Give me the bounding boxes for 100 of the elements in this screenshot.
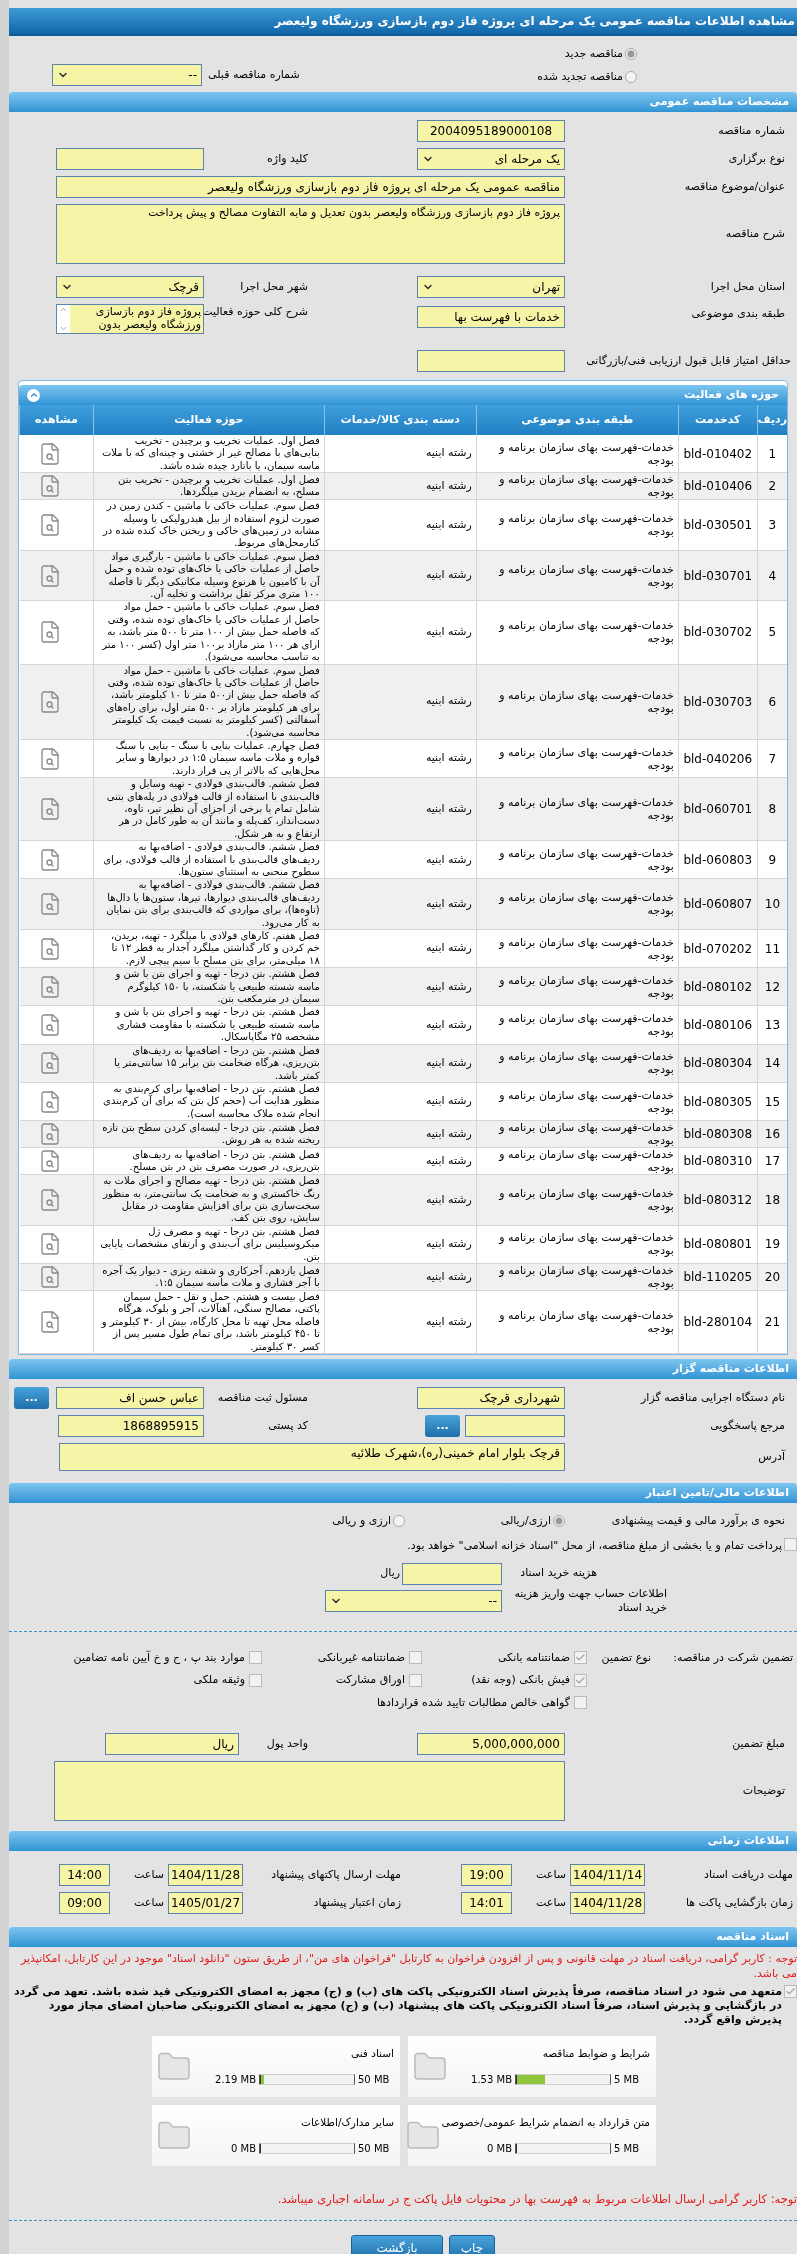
table-cell: خدمات-فهرست بهای سازمان برنامه و بودجه — [476, 1263, 679, 1291]
field-label: ضمانتنامه بانکی — [497, 1649, 570, 1666]
table-cell: bld-030703 — [678, 664, 758, 740]
registrar-field[interactable]: عباس حسن اف — [56, 1387, 204, 1409]
field-label: هزینه خرید اسناد — [519, 1565, 597, 1582]
radio-button[interactable] — [393, 1515, 405, 1528]
field-label: ضمانتنامه غیربانکی — [317, 1649, 405, 1666]
field-label: ریال — [380, 1565, 401, 1582]
checkbox[interactable] — [784, 1537, 797, 1551]
table-cell: 12 — [757, 967, 787, 1006]
guarantee-amount-field[interactable]: 5,000,000,000 — [417, 1733, 565, 1755]
table-cell: خدمات-فهرست بهای سازمان برنامه و بودجه — [476, 739, 679, 778]
checkbox[interactable] — [409, 1651, 422, 1665]
section-title: اطلاعات زمانی — [707, 1832, 789, 1849]
table-cell: خدمات-فهرست بهای سازمان برنامه و بودجه — [476, 472, 679, 500]
browse-button[interactable]: ... — [425, 1415, 460, 1437]
field-label: شهر محل اجرا — [239, 278, 309, 295]
table-cell: خدمات-فهرست بهای سازمان برنامه و بودجه — [476, 664, 679, 740]
field-label: مناقصه تجدید شده — [537, 68, 623, 85]
table-cell: 11 — [757, 929, 787, 968]
collapse-icon[interactable] — [27, 388, 40, 402]
file-size-label: 2.19 MB — [215, 2072, 256, 2087]
file-size-label: 0 MB — [230, 2141, 256, 2156]
organization-field[interactable]: شهرداری قرچک — [417, 1387, 565, 1409]
field-label: نوع تضمین — [600, 1649, 652, 1666]
table-cell: 20 — [757, 1263, 787, 1291]
date-field[interactable]: 1405/01/27 — [168, 1892, 243, 1914]
holding-type-select[interactable]: یک مرحله ای — [417, 148, 565, 170]
scope-listbox[interactable]: پروژه فاز دوم بازسازی ورزشگاه ولیعصر بدون — [56, 304, 204, 334]
field-label: زمان اعتبار پیشنهاد — [312, 1894, 402, 1911]
postal-code-field[interactable]: 1868895915 — [58, 1415, 204, 1437]
table-cell: خدمات-فهرست بهای سازمان برنامه و بودجه — [476, 1005, 679, 1045]
time-field[interactable]: 14:01 — [461, 1892, 512, 1914]
checkbox[interactable] — [574, 1696, 587, 1710]
table-cell: 2 — [757, 472, 787, 500]
time-field[interactable]: 14:00 — [59, 1864, 110, 1886]
category-field[interactable]: خدمات با فهرست بها — [417, 306, 565, 328]
checkbox[interactable] — [409, 1673, 422, 1687]
radio-button[interactable] — [625, 70, 637, 83]
city-select[interactable]: قرچک — [56, 276, 204, 298]
notes-textarea[interactable] — [54, 1761, 565, 1821]
account-select[interactable]: -- — [325, 1589, 502, 1612]
province-select[interactable]: تهران — [417, 276, 565, 298]
time-field[interactable]: 09:00 — [59, 1892, 110, 1914]
checkbox[interactable] — [249, 1651, 262, 1665]
scrollbar[interactable] — [57, 305, 70, 333]
table-cell: 16 — [757, 1120, 787, 1148]
table-cell: رشته ابنیه — [324, 929, 477, 968]
field-label: مسئول ثبت مناقصه — [216, 1389, 309, 1406]
checkbox[interactable] — [574, 1651, 587, 1665]
table-cell: خدمات-فهرست بهای سازمان برنامه و بودجه — [476, 929, 679, 968]
table-cell: فصل اول. عملیات تخریب و برچیدن - تخریب بتن مسلح، به انضمام بریدن میلگردها. — [93, 472, 325, 500]
table-cell: رشته ابنیه — [324, 739, 477, 778]
field-label: ساعت — [535, 1894, 567, 1911]
scroll-up-icon[interactable] — [59, 305, 68, 314]
document-cost-field[interactable] — [402, 1562, 502, 1585]
table-cell: 6 — [757, 664, 787, 740]
table-cell: 17 — [757, 1147, 787, 1175]
field-label: نوع برگزاری — [727, 150, 786, 167]
table-cell: bld-110205 — [678, 1263, 758, 1291]
field-label: موارد بند پ ، ح و خ آیین نامه تضامین — [73, 1649, 245, 1666]
table-cell: 9 — [757, 840, 787, 879]
responder-field[interactable] — [465, 1415, 565, 1437]
table-cell: فصل اول. عملیات تخریب و برچیدن - تخریب بنایی‌های با مصالح غیر از خشتی و چینه‌ای که با ملات ماسه سیمان، یا باتارد چیده شده باشد. — [93, 435, 325, 473]
date-field[interactable]: 1404/11/14 — [570, 1864, 645, 1886]
field-label: مناقصه جدید — [564, 46, 623, 62]
field-label: کد پستی — [267, 1417, 309, 1434]
radio-button[interactable] — [553, 1515, 565, 1528]
address-field[interactable]: قرچک بلوار امام خمینی(ره)،شهرک طلائیه — [59, 1443, 565, 1471]
keyword-field[interactable] — [56, 148, 204, 170]
description-textarea[interactable]: پروژه فاز دوم بازسازی ورزشگاه ولیعصر بدون تعدیل و مابه التفاوت مصالح و پیش پرداخت — [56, 204, 565, 264]
field-label: وثیقه ملکی — [193, 1672, 245, 1688]
field-label: زمان بازگشایی پاکت ها — [684, 1894, 794, 1911]
section-title: اطلاعات مناقصه گزار — [672, 1360, 789, 1377]
table-cell: bld-060807 — [678, 878, 758, 930]
time-field[interactable]: 19:00 — [461, 1864, 512, 1886]
file-size-label: 0 MB — [486, 2141, 512, 2156]
checkbox[interactable] — [249, 1673, 262, 1687]
table-cell: رشته ابنیه — [324, 1263, 477, 1291]
table-cell: فصل ششم. قالب‌بندی فولادی - اضافه‌بها به ردیف‌های قالب‌بندی دیوارها، تیرها، ستون‌ها یا دال‌ها (تاوه‌ها)، برای مواردی که قالب‌بندی برای بتن نمایان به کار می‌رود. — [93, 878, 325, 930]
field-label: ساعت — [535, 1866, 567, 1883]
radio-button[interactable] — [625, 48, 637, 61]
checkbox[interactable] — [574, 1673, 587, 1687]
browse-button[interactable]: ... — [14, 1387, 49, 1409]
min-score-field[interactable] — [417, 350, 565, 372]
checkbox[interactable] — [784, 1985, 797, 1998]
table-cell: رشته ابنیه — [324, 472, 477, 500]
date-field[interactable]: 1404/11/28 — [168, 1864, 243, 1886]
section-title: مشخصات مناقصه عمومی — [649, 93, 789, 110]
scroll-down-icon[interactable] — [59, 324, 68, 333]
date-field[interactable]: 1404/11/28 — [570, 1892, 645, 1914]
tender-number-field[interactable]: 2004095189000108 — [417, 120, 565, 142]
field-label: مبلغ تضمین — [731, 1735, 786, 1752]
field-label: ساعت — [133, 1866, 165, 1883]
currency-field[interactable]: ریال — [105, 1733, 239, 1755]
previous-tender-select[interactable]: -- — [52, 64, 202, 86]
subject-field[interactable]: مناقصه عمومی یک مرحله ای پروژه فاز دوم بازسازی ورزشگاه ولیعصر — [56, 176, 565, 198]
field-label: ارزی/ریالی — [500, 1513, 551, 1529]
table-cell: فصل ششم. قالب‌بندی فولادی - تهیه وسایل و قالب‌بندی با استفاده از قالب فولادی در پله‌های بتنی شامل تمام یا برخی از اجزای آن نظیر تیر، تاوه، دست‌انداز، کف‌پله و مانند آن به طور کامل در هر ارتفاع و به هر شکل. — [93, 777, 325, 841]
table-cell: خدمات-فهرست بهای سازمان برنامه و بودجه — [476, 1147, 679, 1175]
